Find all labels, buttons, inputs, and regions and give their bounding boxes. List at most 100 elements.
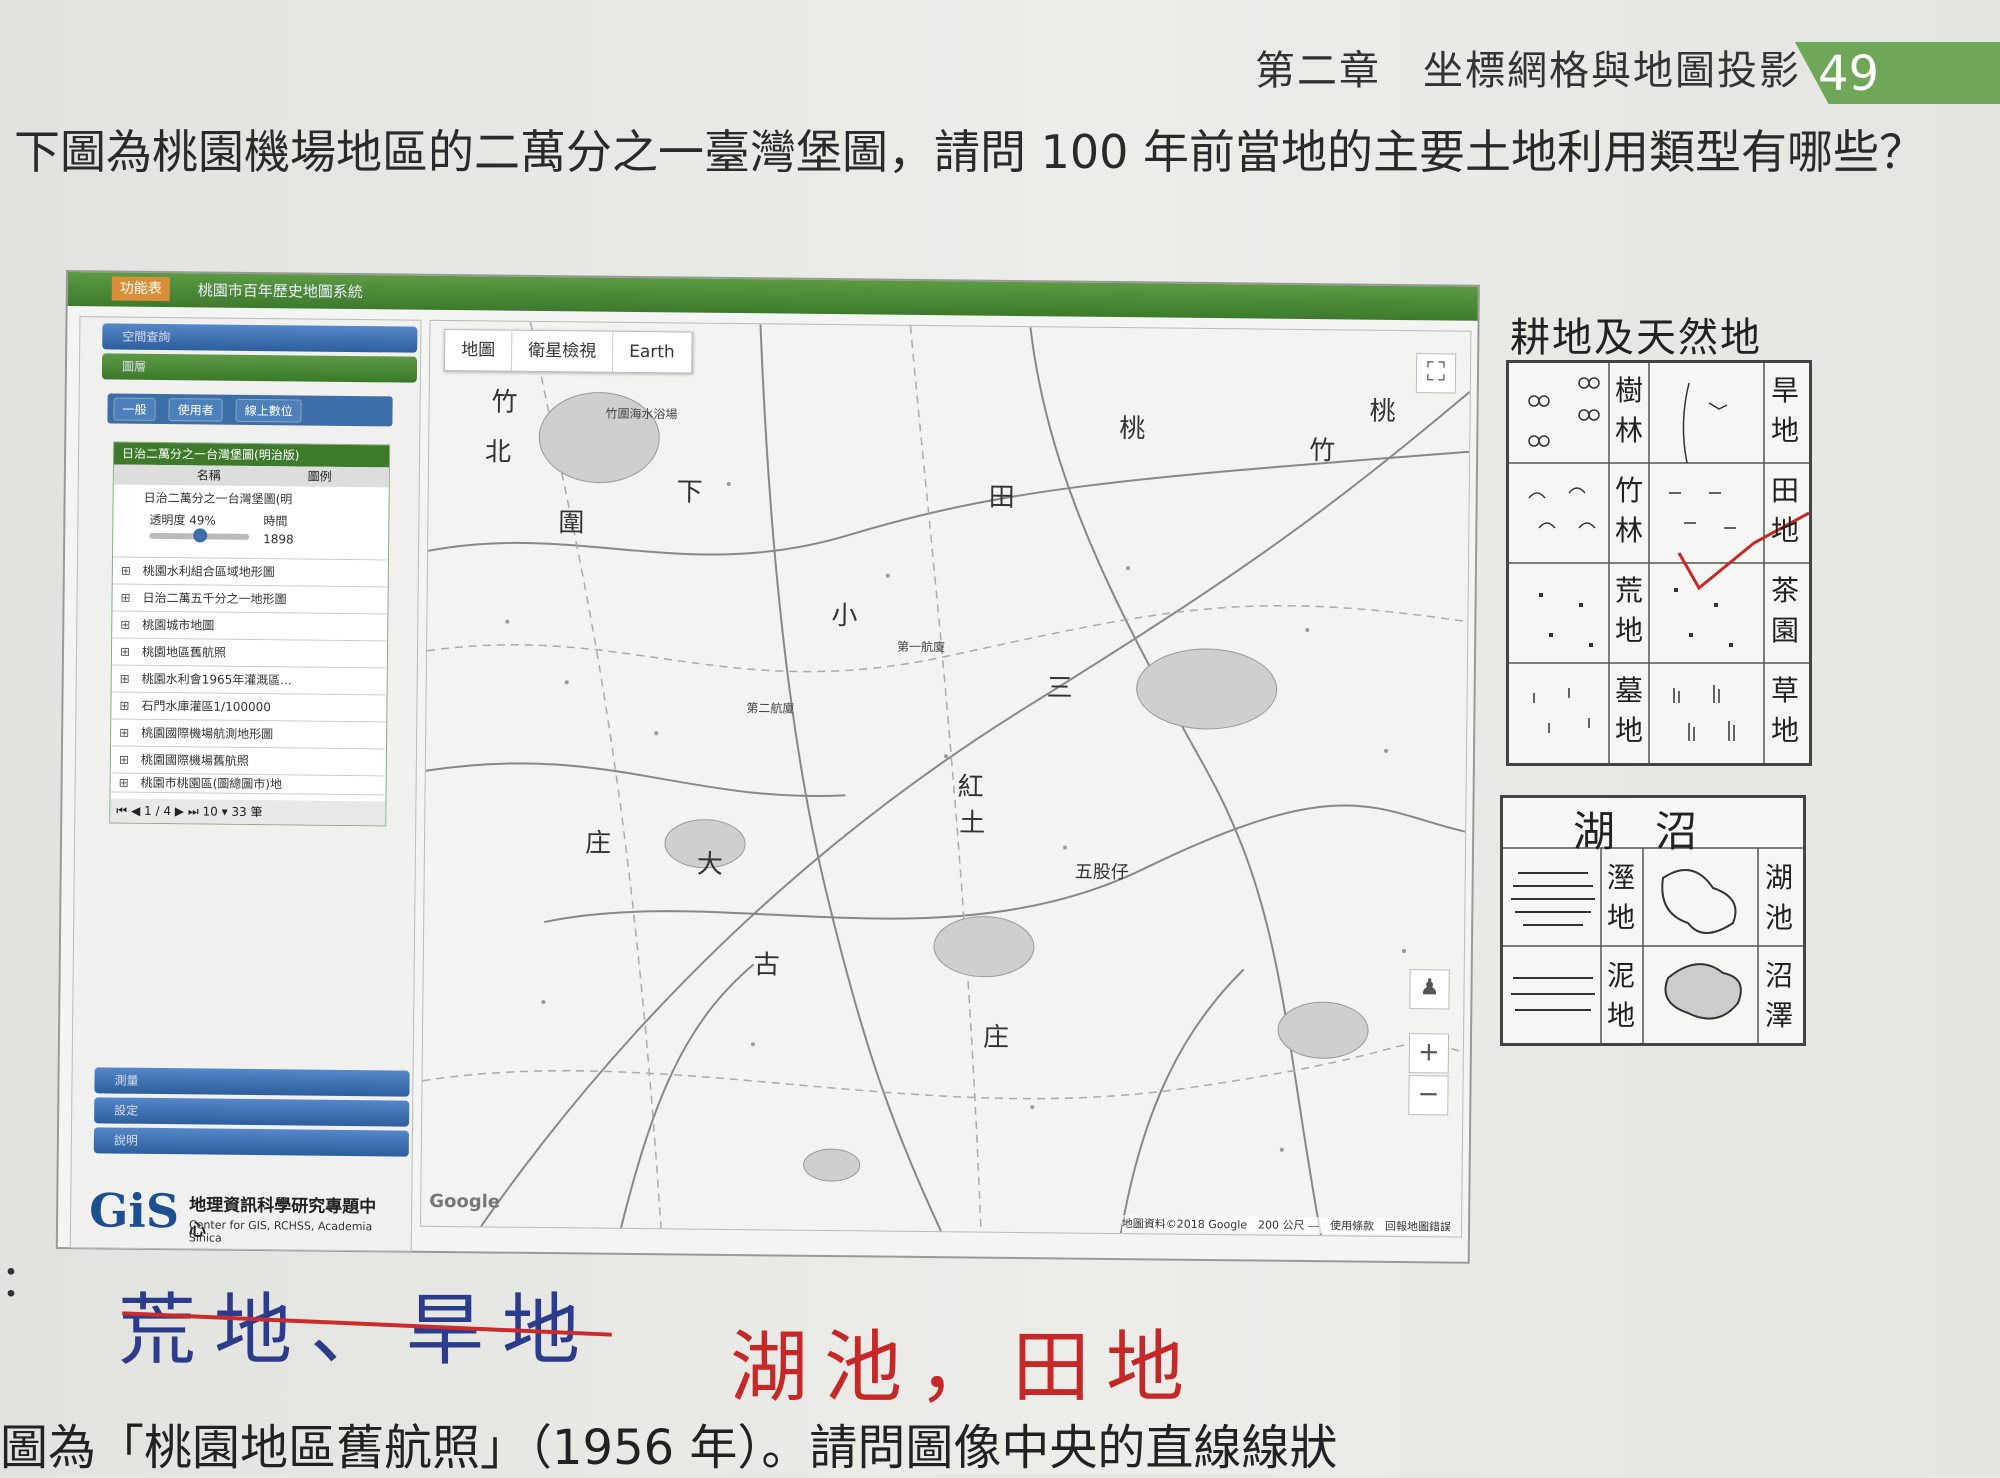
map-label: 北 — [484, 437, 512, 468]
time-label: 時間 — [263, 514, 288, 529]
map-label: 土 — [959, 808, 986, 839]
legend-lake-title: 湖沼 — [1573, 807, 1738, 856]
legend-label-cemetery: 墓地 — [1614, 674, 1643, 747]
legend-farm-title: 耕地及天然地 — [1510, 315, 1762, 361]
gis-logo-mark: GiS — [88, 1183, 180, 1239]
map-poi-label: 第二航廈 — [746, 701, 795, 716]
tab-general[interactable]: 一般 — [113, 397, 156, 421]
map-label: 三 — [1046, 673, 1073, 704]
legend-label-paddy: 田地 — [1770, 474, 1799, 547]
section-help[interactable]: 說明 — [93, 1127, 410, 1157]
legend-lake-table: 湖沼 溼地 湖池 泥地 沼澤 — [1500, 795, 1806, 1046]
selected-layer-name: 日治二萬分之一台灣堡圖(明 — [143, 490, 293, 507]
first-page-icon[interactable]: ⏮ — [116, 804, 127, 818]
legend-label-woodland: 樹林 — [1614, 374, 1643, 447]
map-type-tabs: 地圖 衛星檢視 Earth — [443, 328, 693, 374]
legend-label-marsh: 沼澤 — [1764, 959, 1793, 1032]
legend-label-grassland: 草地 — [1770, 674, 1799, 747]
gis-center-logo: GiS 地理資訊科學研究專題中心 Center for GIS, RCHSS, … — [81, 1177, 382, 1250]
handwritten-final-answer: 湖池，田地 — [730, 1323, 1201, 1413]
total-pages: 4 — [163, 804, 172, 819]
legend-label-pond: 湖池 — [1764, 861, 1793, 934]
layer-source-tabs: 一般 使用者 線上數位 — [107, 393, 393, 427]
menu-button[interactable]: 功能表 — [111, 276, 170, 302]
next-question-text: 圖為「桃園地區舊航照」（1956 年）。請問圖像中央的直線線狀 — [0, 1420, 1338, 1476]
last-page-icon[interactable]: ⏭ — [188, 804, 199, 818]
map-label: 小 — [831, 601, 858, 632]
map-label: 紅 — [957, 772, 984, 803]
map-label: 大 — [696, 849, 723, 880]
section-settings[interactable]: 設定 — [94, 1097, 410, 1127]
fullscreen-icon[interactable]: ⛶ — [1415, 353, 1457, 394]
page-number: 49 — [1818, 46, 1880, 102]
layer-item[interactable]: 桃園地區舊航照 — [111, 638, 388, 669]
side-panel: 空間查詢 圖層 一般 使用者 線上數位 日治二萬分之一台灣堡圖(明治版) 名稱 … — [69, 316, 422, 1252]
map-system-screenshot: 功能表 桃園市百年歷史地圖系統 空間查詢 圖層 一般 使用者 線上數位 日治二萬… — [55, 270, 1480, 1264]
layer-item[interactable]: 桃園國際機場舊航照 — [110, 746, 386, 777]
record-count: 33 筆 — [231, 804, 263, 820]
next-page-icon[interactable]: ▶ — [175, 804, 184, 818]
map-label: 五股仔 — [1074, 861, 1129, 884]
textbook-page: 第二章 坐標網格與地圖投影 49 下圖為桃園機場地區的二萬分之一臺灣堡圖，請問 … — [0, 0, 2000, 1476]
section-label: 測量 — [114, 1073, 139, 1088]
per-page-select[interactable]: 10 ▾ — [202, 804, 227, 818]
tab-earth[interactable]: Earth — [612, 331, 692, 373]
answer-prefix: ： — [0, 1256, 44, 1307]
section-measure[interactable]: 測量 — [94, 1067, 410, 1097]
tab-user[interactable]: 使用者 — [168, 398, 223, 422]
layer-item[interactable]: 桃園水利會1965年灌溉區... — [111, 665, 387, 696]
prev-page-icon[interactable]: ◀ — [131, 804, 140, 818]
layer-panel-title: 日治二萬分之一台灣堡圖(明治版) — [113, 442, 390, 468]
zoom-out-button[interactable]: − — [1408, 1075, 1449, 1116]
layer-item[interactable]: 桃園水利組合區域地形圖 — [112, 557, 388, 588]
section-label: 設定 — [114, 1103, 139, 1118]
column-name: 名稱 — [196, 468, 221, 483]
map-label: 下 — [676, 477, 703, 508]
section-label: 說明 — [113, 1133, 138, 1148]
historic-map-view[interactable]: 地圖 衛星檢視 Earth ⛶ ♟ + − 竹 北 桃 竹 圍 下 田 小 大 … — [420, 319, 1472, 1238]
map-label: 田 — [988, 482, 1015, 513]
column-legend: 圖例 — [307, 469, 332, 484]
legend-label-tea-garden: 茶園 — [1770, 574, 1799, 647]
map-label: 桃 — [1119, 414, 1146, 445]
opacity-slider[interactable] — [149, 528, 250, 543]
legend-label-bamboo: 竹林 — [1614, 474, 1643, 547]
layer-item[interactable]: 石門水庫灌區1/100000 — [111, 692, 387, 723]
layer-panel: 日治二萬分之一台灣堡圖(明治版) 名稱 圖例 日治二萬分之一台灣堡圖(明 透明度… — [109, 441, 391, 827]
legend-farm-symbols — [1509, 363, 1809, 763]
tab-map[interactable]: 地圖 — [444, 329, 513, 371]
map-label: 庄 — [982, 1022, 1010, 1053]
layer-item[interactable]: 日治二萬五千分之一地形圖 — [112, 584, 388, 615]
time-value: 1898 — [263, 532, 294, 547]
map-attribution: 地圖資料©2018 Google 200 公尺 ⎯⎯ 使用條款 回報地圖錯誤 — [1121, 1215, 1452, 1235]
section-label: 圖層 — [121, 359, 147, 374]
map-label: 竹 — [491, 387, 518, 418]
section-layers[interactable]: 圖層 — [101, 353, 418, 383]
layer-item[interactable]: 桃園城市地圖 — [112, 611, 388, 642]
layer-pager: ⏮ ◀ 1 / 4 ▶ ⏭ 10 ▾ 33 筆 — [110, 798, 386, 826]
map-poi-label: 竹圍海水浴場 — [605, 406, 678, 422]
question-text: 下圖為桃園機場地區的二萬分之一臺灣堡圖，請問 100 年前當地的主要土地利用類型… — [14, 125, 1926, 179]
app-title-bar: 功能表 桃園市百年歷史地圖系統 — [67, 272, 1478, 321]
tab-satellite[interactable]: 衛星檢視 — [511, 330, 614, 372]
legend-label-wasteland: 荒地 — [1614, 574, 1643, 647]
opacity-slider-handle[interactable] — [193, 528, 208, 543]
zoom-in-button[interactable]: + — [1408, 1033, 1450, 1074]
map-label: 竹 — [1309, 436, 1336, 467]
map-label: 圍 — [558, 508, 585, 539]
section-label: 空間查詢 — [122, 329, 171, 345]
legend-label-wetland: 溼地 — [1606, 861, 1635, 934]
google-logo: Google — [429, 1190, 501, 1213]
map-label: 古 — [753, 950, 780, 981]
gis-center-english: Center for GIS, RCHSS, Academia Sinica — [188, 1218, 373, 1245]
layer-item[interactable]: 桃園國際機場航測地形圖 — [111, 719, 387, 750]
selected-layer[interactable]: 日治二萬分之一台灣堡圖(明 透明度 49% 時間 1898 — [112, 484, 389, 561]
page-input[interactable]: 1 — [144, 804, 152, 818]
chapter-title: 第二章 坐標網格與地圖投影 — [1255, 48, 1801, 94]
legend-label-dryland: 旱地 — [1770, 374, 1799, 447]
tab-online[interactable]: 線上數位 — [235, 398, 302, 423]
pegman-icon[interactable]: ♟ — [1409, 969, 1450, 1010]
map-label: 桃 — [1369, 396, 1396, 427]
layer-item[interactable]: 桃園市桃園區(圖總圖市)地 — [110, 773, 386, 796]
section-spatial-query[interactable]: 空間查詢 — [102, 323, 418, 353]
